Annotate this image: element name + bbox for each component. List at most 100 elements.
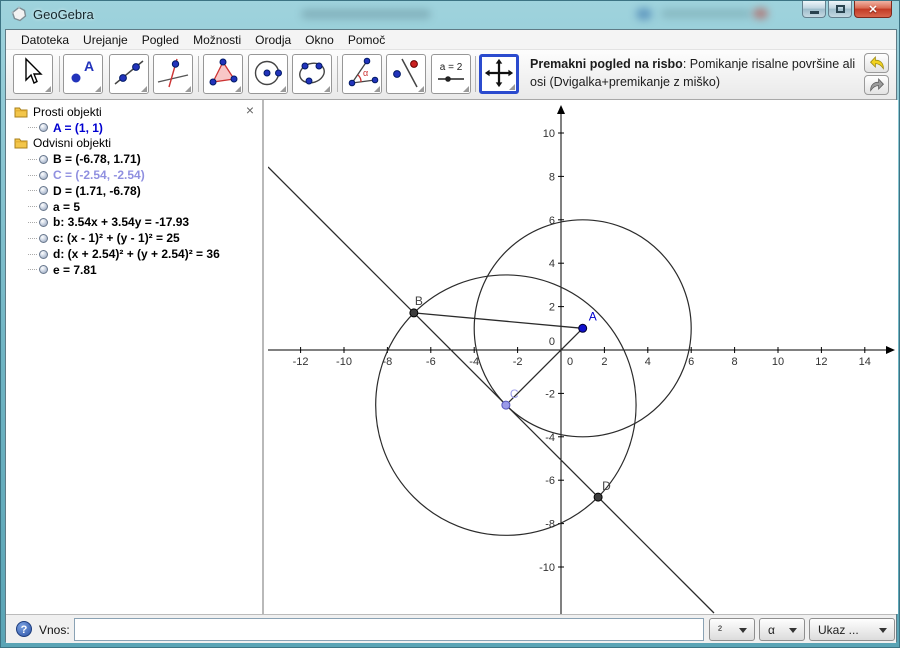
folder-icon bbox=[14, 137, 28, 149]
graphics-view[interactable]: -12-10-8-6-4-2024681012141086420-2-4-6-8… bbox=[264, 100, 898, 614]
minimize-button[interactable] bbox=[802, 1, 826, 18]
point-C[interactable] bbox=[502, 401, 510, 409]
segment-e[interactable] bbox=[414, 313, 583, 328]
tool-move-graphics-view[interactable] bbox=[479, 54, 519, 94]
undo-arrow-icon bbox=[867, 55, 887, 71]
perpendicular-line-icon bbox=[156, 56, 190, 90]
algebra-item[interactable]: C = (-2.54, -2.54) bbox=[6, 167, 262, 183]
tool-dropdown-icon[interactable] bbox=[185, 86, 191, 92]
tool-slider[interactable]: a = 2 bbox=[431, 54, 471, 94]
menu-urejanje[interactable]: Urejanje bbox=[76, 31, 135, 49]
titlebar[interactable]: GeoGebra ✕ bbox=[1, 1, 900, 29]
maximize-button[interactable] bbox=[828, 1, 852, 18]
object-marble-icon[interactable] bbox=[39, 186, 48, 195]
tool-dropdown-icon[interactable] bbox=[463, 86, 469, 92]
toolbar-help-text: Premakni pogled na risbo: Pomikanje risa… bbox=[530, 55, 862, 91]
y-axis-tick-label: -10 bbox=[539, 562, 555, 574]
main-area: × Prosti objektiA = (1, 1)Odvisni objekt… bbox=[6, 100, 896, 614]
algebra-item[interactable]: A = (1, 1) bbox=[6, 120, 262, 136]
algebra-item[interactable]: e = 7.81 bbox=[6, 262, 262, 278]
tool-conic-through-points[interactable] bbox=[292, 54, 332, 94]
menu-pogled[interactable]: Pogled bbox=[135, 31, 186, 49]
command-dropdown[interactable]: Ukaz ... bbox=[809, 618, 895, 641]
object-marble-icon[interactable] bbox=[39, 234, 48, 243]
point-B[interactable] bbox=[410, 309, 418, 317]
tool-dropdown-icon[interactable] bbox=[509, 84, 515, 90]
menu-datoteka[interactable]: Datoteka bbox=[14, 31, 76, 49]
tool-circle-center-point[interactable] bbox=[248, 54, 288, 94]
window-title: GeoGebra bbox=[33, 7, 94, 22]
tool-move[interactable] bbox=[13, 54, 53, 94]
point-D[interactable] bbox=[594, 493, 602, 501]
dropdown-value: α bbox=[768, 623, 775, 637]
close-button[interactable]: ✕ bbox=[854, 1, 892, 18]
line-b[interactable] bbox=[268, 167, 714, 613]
menu-orodja[interactable]: Orodja bbox=[248, 31, 298, 49]
algebra-section[interactable]: Prosti objekti bbox=[6, 104, 262, 120]
exponent-dropdown[interactable]: ² bbox=[709, 618, 755, 641]
mirror-icon bbox=[389, 56, 423, 90]
algebra-item[interactable]: d: (x + 2.54)² + (y + 2.54)² = 36 bbox=[6, 246, 262, 262]
object-marble-icon[interactable] bbox=[39, 171, 48, 180]
y-axis-tick-label: -4 bbox=[545, 432, 555, 444]
object-marble-icon[interactable] bbox=[39, 155, 48, 164]
tool-dropdown-icon[interactable] bbox=[324, 86, 330, 92]
tool-reflect-object[interactable] bbox=[386, 54, 426, 94]
x-axis-tick-label: 4 bbox=[645, 356, 651, 368]
algebra-item[interactable]: a = 5 bbox=[6, 199, 262, 215]
undo-button[interactable] bbox=[864, 53, 889, 73]
object-marble-icon[interactable] bbox=[39, 202, 48, 211]
tool-dropdown-icon[interactable] bbox=[280, 86, 286, 92]
tool-dropdown-icon[interactable] bbox=[235, 86, 241, 92]
menu-pomoč[interactable]: Pomoč bbox=[341, 31, 392, 49]
algebra-item[interactable]: b: 3.54x + 3.54y = -17.93 bbox=[6, 215, 262, 231]
input-help-icon[interactable]: ? bbox=[16, 621, 32, 637]
algebra-close-icon[interactable]: × bbox=[246, 103, 254, 117]
input-bar: ? Vnos: ²αUkaz ... bbox=[6, 614, 896, 643]
y-axis-tick-label: 4 bbox=[549, 258, 555, 270]
slider-icon-text: a = 2 bbox=[440, 62, 463, 73]
greek-dropdown[interactable]: α bbox=[759, 618, 805, 641]
menu-možnosti[interactable]: Možnosti bbox=[186, 31, 248, 49]
tool-new-point[interactable]: A bbox=[63, 54, 103, 94]
point-A[interactable] bbox=[579, 324, 587, 332]
menu-okno[interactable]: Okno bbox=[298, 31, 341, 49]
algebra-section[interactable]: Odvisni objekti bbox=[6, 136, 262, 152]
y-axis-tick-label: -6 bbox=[545, 475, 555, 487]
graph-canvas[interactable]: -12-10-8-6-4-2024681012141086420-2-4-6-8… bbox=[268, 100, 898, 614]
tool-dropdown-icon[interactable] bbox=[95, 86, 101, 92]
tool-dropdown-icon[interactable] bbox=[374, 86, 380, 92]
tool-dropdown-icon[interactable] bbox=[418, 86, 424, 92]
toolbar-separator bbox=[337, 56, 338, 92]
algebra-item-text: d: (x + 2.54)² + (y + 2.54)² = 36 bbox=[53, 247, 220, 261]
algebra-item[interactable]: c: (x - 1)² + (y - 1)² = 25 bbox=[6, 230, 262, 246]
tree-connector bbox=[28, 222, 37, 223]
object-marble-icon[interactable] bbox=[39, 250, 48, 259]
tool-dropdown-icon[interactable] bbox=[45, 86, 51, 92]
chevron-down-icon bbox=[739, 628, 747, 633]
x-axis-tick-label: -10 bbox=[336, 356, 352, 368]
x-axis-arrow-icon bbox=[886, 346, 895, 354]
algebra-view: × Prosti objektiA = (1, 1)Odvisni objekt… bbox=[6, 100, 262, 614]
tool-perpendicular-line[interactable] bbox=[153, 54, 193, 94]
client-area: DatotekaUrejanjePogledMožnostiOrodjaOkno… bbox=[5, 29, 897, 642]
object-marble-icon[interactable] bbox=[39, 218, 48, 227]
y-axis-tick-label: 0 bbox=[549, 336, 555, 348]
algebra-item-text: b: 3.54x + 3.54y = -17.93 bbox=[53, 215, 189, 229]
tree-connector bbox=[28, 175, 37, 176]
tool-line-through-two-points[interactable] bbox=[109, 54, 149, 94]
y-axis-tick-label: 10 bbox=[543, 128, 555, 140]
tree-connector bbox=[28, 206, 37, 207]
tool-dropdown-icon[interactable] bbox=[141, 86, 147, 92]
algebra-item[interactable]: B = (-6.78, 1.71) bbox=[6, 151, 262, 167]
x-axis-tick-label: 12 bbox=[815, 356, 827, 368]
tool-angle[interactable]: α bbox=[342, 54, 382, 94]
redo-arrow-icon bbox=[867, 77, 887, 93]
algebra-item[interactable]: D = (1.71, -6.78) bbox=[6, 183, 262, 199]
object-marble-icon[interactable] bbox=[39, 123, 48, 132]
redo-button[interactable] bbox=[864, 75, 889, 95]
object-marble-icon[interactable] bbox=[39, 265, 48, 274]
tool-polygon[interactable] bbox=[203, 54, 243, 94]
command-input[interactable] bbox=[74, 618, 704, 641]
x-axis-tick-label: -4 bbox=[469, 356, 479, 368]
